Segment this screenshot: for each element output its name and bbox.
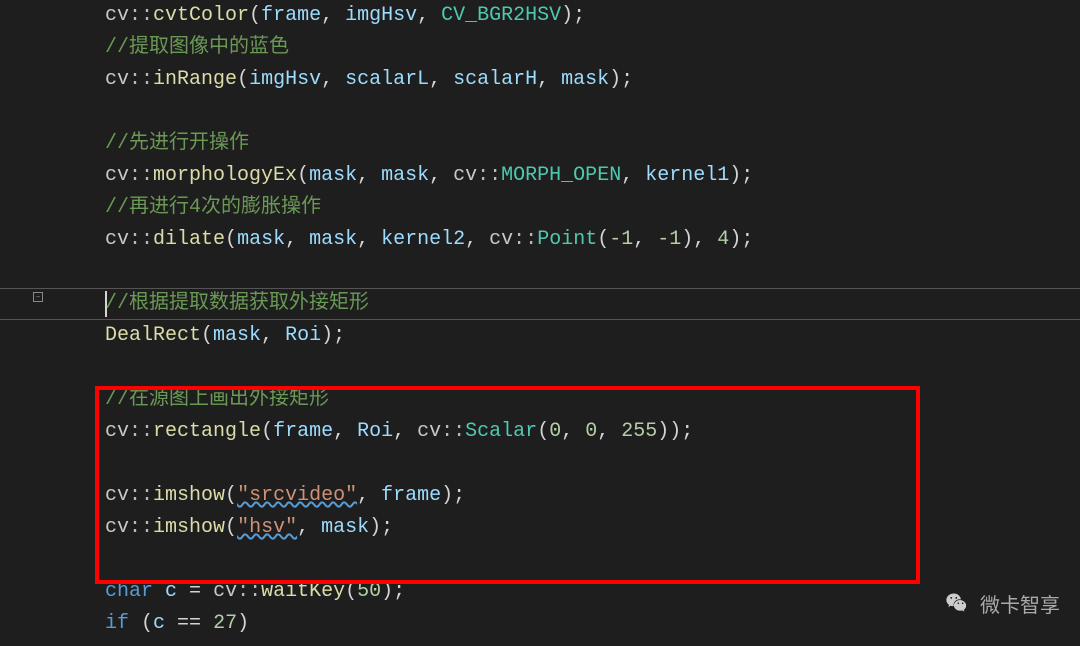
code-content[interactable]: cv::cvtColor(frame, imgHsv, CV_BGR2HSV);…: [45, 0, 1080, 646]
code-line: cv::morphologyEx(mask, mask, cv::MORPH_O…: [105, 160, 1080, 192]
code-line: cv::dilate(mask, mask, kernel2, cv::Poin…: [105, 224, 1080, 256]
line-number-gutter: [0, 0, 30, 646]
code-line: cv::imshow("hsv", mask);: [105, 512, 1080, 544]
code-editor: − cv::cvtColor(frame, imgHsv, CV_BGR2HSV…: [0, 0, 1080, 646]
code-line: [105, 448, 1080, 480]
code-line: cv::cvtColor(frame, imgHsv, CV_BGR2HSV);: [105, 0, 1080, 32]
code-line: cv::rectangle(frame, Roi, cv::Scalar(0, …: [105, 416, 1080, 448]
watermark-text: 微卡智享: [980, 589, 1060, 618]
code-line: cv::imshow("srcvideo", frame);: [105, 480, 1080, 512]
wechat-icon: [944, 590, 972, 618]
code-line: //在源图上画出外接矩形: [105, 384, 1080, 416]
code-line: [105, 256, 1080, 288]
code-line: [105, 352, 1080, 384]
code-line: //再进行4次的膨胀操作: [105, 192, 1080, 224]
code-line: DealRect(mask, Roi);: [105, 320, 1080, 352]
code-line: //根据提取数据获取外接矩形: [105, 288, 1080, 320]
code-line: [105, 544, 1080, 576]
code-line: if (c == 27): [105, 608, 1080, 640]
fold-gutter: −: [30, 0, 45, 646]
code-line: char c = cv::waitKey(50);: [105, 576, 1080, 608]
code-line: [105, 96, 1080, 128]
watermark: 微卡智享: [944, 589, 1060, 618]
code-line: //先进行开操作: [105, 128, 1080, 160]
text-cursor: [105, 291, 107, 317]
code-line: //提取图像中的蓝色: [105, 32, 1080, 64]
code-line: cv::inRange(imgHsv, scalarL, scalarH, ma…: [105, 64, 1080, 96]
collapse-marker-icon[interactable]: −: [33, 292, 43, 302]
